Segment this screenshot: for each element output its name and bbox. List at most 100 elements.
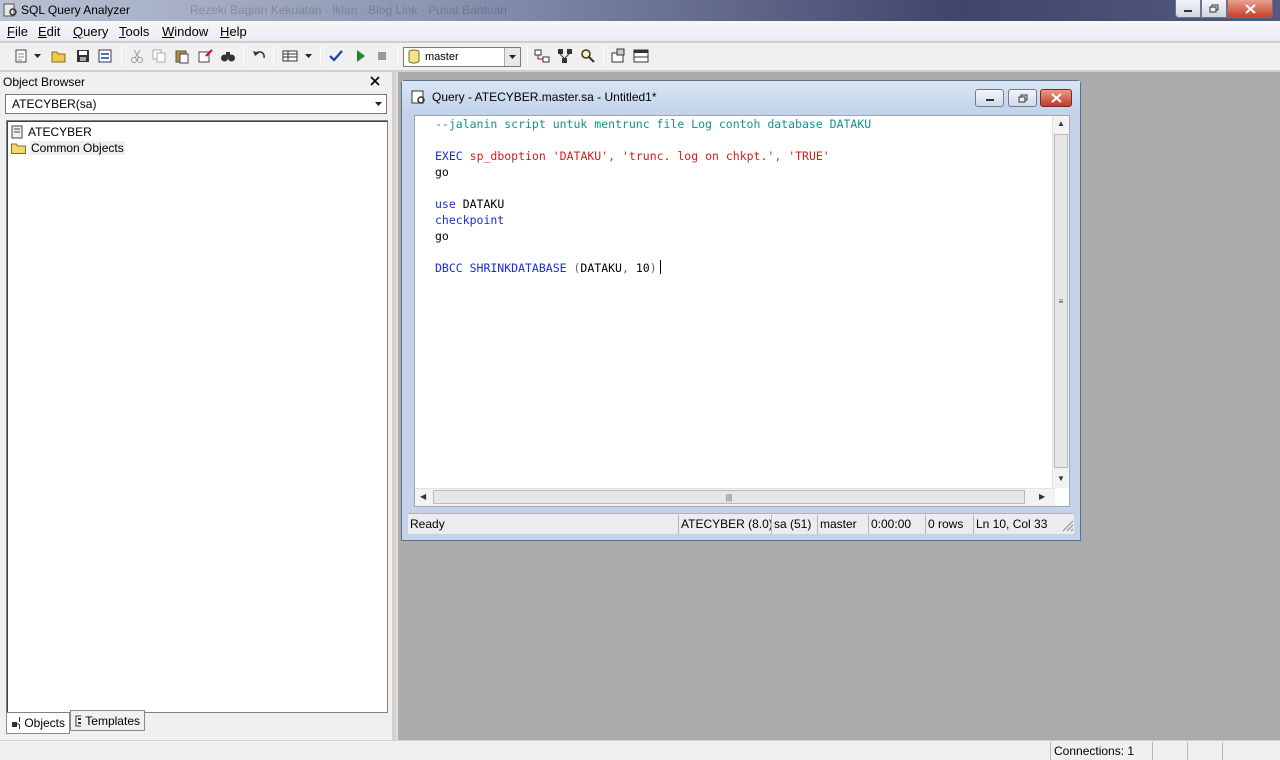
menu-tools[interactable]: Tools <box>119 24 149 39</box>
status-position: Ln 10, Col 33 <box>973 515 1049 534</box>
object-browser-icon <box>611 48 625 63</box>
show-execution-plan-button[interactable] <box>533 47 551 65</box>
tab-label: Objects <box>24 716 65 730</box>
object-browser-tabs: Objects Templates <box>6 710 388 735</box>
paste-icon <box>175 50 189 64</box>
query-minimize-button[interactable] <box>975 89 1004 107</box>
resize-grip-icon[interactable] <box>1060 518 1074 532</box>
undo-button[interactable] <box>250 47 268 65</box>
cut-icon <box>131 49 143 63</box>
index-tuning-button[interactable] <box>579 47 597 65</box>
tree-item-server[interactable]: ATECYBER <box>11 124 93 139</box>
code-line[interactable] <box>435 244 1049 260</box>
new-query-button[interactable] <box>12 47 30 65</box>
scroll-up-icon[interactable]: ▲ <box>1057 119 1065 128</box>
menu-help[interactable]: Help <box>220 24 247 39</box>
query-editor[interactable]: --jalanin script untuk mentrunc file Log… <box>414 115 1070 507</box>
tree-item-common-objects[interactable]: Common Objects <box>11 140 125 155</box>
code-line[interactable]: EXEC sp_dboption 'DATAKU', 'trunc. log o… <box>435 148 1049 164</box>
database-select[interactable]: master <box>403 47 521 67</box>
database-dropdown-button[interactable] <box>504 48 520 66</box>
load-script-button[interactable] <box>96 47 114 65</box>
toolbar-separator <box>273 46 274 66</box>
status-user: sa (51) <box>771 515 813 534</box>
code-token: --jalanin script untuk mentrunc file Log… <box>435 117 872 131</box>
cancel-query-button[interactable] <box>373 47 391 65</box>
object-browser-close-button[interactable] <box>370 73 380 89</box>
vertical-scrollbar[interactable]: ▲ ≡ ▼ <box>1052 116 1069 488</box>
close-icon <box>1244 3 1256 14</box>
toolbar <box>0 43 1280 71</box>
find-button[interactable] <box>219 47 237 65</box>
restore-button[interactable] <box>1201 0 1227 18</box>
new-query-dropdown[interactable] <box>32 47 42 65</box>
object-browser-panel: Object Browser ATECYBER(sa) ATECYBER Com… <box>0 72 392 740</box>
code-token: sp_dboption <box>469 149 546 163</box>
server-dropdown-button[interactable] <box>370 95 386 113</box>
code-token: 'TRUE' <box>788 149 830 163</box>
results-pane-button[interactable] <box>632 47 650 65</box>
checkmark-icon <box>329 50 343 62</box>
menu-file[interactable]: File <box>7 24 28 39</box>
toolbar-separator <box>121 46 122 66</box>
cut-button[interactable] <box>128 47 146 65</box>
binoculars-icon <box>221 52 235 62</box>
code-line[interactable]: go <box>435 164 1049 180</box>
code-token: EXEC <box>435 149 463 163</box>
parse-button[interactable] <box>327 47 345 65</box>
code-line[interactable] <box>435 132 1049 148</box>
execute-mode-button[interactable] <box>281 47 299 65</box>
server-select[interactable]: ATECYBER(sa) <box>5 94 387 114</box>
object-search-button[interactable] <box>609 47 627 65</box>
code-line[interactable]: --jalanin script untuk mentrunc file Log… <box>435 116 1049 132</box>
query-restore-button[interactable] <box>1008 89 1037 107</box>
code-token: , <box>608 149 622 163</box>
code-line[interactable]: use DATAKU <box>435 196 1049 212</box>
stop-icon <box>378 52 386 60</box>
object-tree[interactable]: ATECYBER Common Objects <box>6 120 388 713</box>
object-browser-title: Object Browser <box>3 75 86 89</box>
code-line[interactable]: DBCC SHRINKDATABASE (DATAKU, 10) <box>435 260 1049 276</box>
query-window-titlebar[interactable]: Query - ATECYBER.master.sa - Untitled1* <box>402 81 1080 111</box>
menu-window[interactable]: Window <box>162 24 208 39</box>
show-trace-button[interactable] <box>556 47 574 65</box>
code-token: ( <box>566 261 581 275</box>
query-document-icon <box>411 90 425 104</box>
close-button[interactable] <box>1227 0 1273 18</box>
code-line[interactable]: go <box>435 228 1049 244</box>
vertical-scroll-thumb[interactable]: ≡ <box>1054 134 1068 468</box>
scroll-down-icon[interactable]: ▼ <box>1057 474 1065 483</box>
chevron-down-icon <box>509 55 516 59</box>
tab-templates[interactable]: Templates <box>70 710 145 731</box>
menu-query[interactable]: Query <box>73 24 108 39</box>
server-select-value: ATECYBER(sa) <box>12 97 97 111</box>
save-button[interactable] <box>74 47 92 65</box>
minimize-button[interactable] <box>1175 0 1201 18</box>
code-token: 10 <box>635 261 650 275</box>
status-pane-empty <box>1152 742 1187 760</box>
query-close-button[interactable] <box>1040 89 1072 107</box>
close-icon <box>1050 93 1062 103</box>
code-token: go <box>435 229 449 243</box>
open-button[interactable] <box>50 47 68 65</box>
execute-button[interactable] <box>351 47 369 65</box>
paste-button[interactable] <box>173 47 191 65</box>
text-caret <box>659 260 661 274</box>
copy-button[interactable] <box>150 47 168 65</box>
code-area[interactable]: --jalanin script untuk mentrunc file Log… <box>435 116 1049 488</box>
code-line[interactable]: checkpoint <box>435 212 1049 228</box>
scroll-right-icon[interactable]: ▶ <box>1039 492 1045 501</box>
tab-label: Templates <box>85 713 140 728</box>
code-line[interactable] <box>435 180 1049 196</box>
scroll-left-icon[interactable]: ◀ <box>420 492 426 501</box>
tab-objects[interactable]: Objects <box>6 713 70 734</box>
play-icon <box>357 50 365 62</box>
menu-edit[interactable]: Edit <box>38 24 60 39</box>
status-elapsed: 0:00:00 <box>868 515 913 534</box>
horizontal-scroll-thumb[interactable]: ||| <box>433 490 1025 504</box>
clear-window-button[interactable] <box>196 47 214 65</box>
execute-mode-dropdown[interactable] <box>302 47 314 65</box>
folder-icon <box>11 143 26 154</box>
app-status-bar: Connections: 1 <box>0 740 1280 760</box>
horizontal-scrollbar[interactable]: ◀ ||| ▶ <box>415 488 1055 506</box>
